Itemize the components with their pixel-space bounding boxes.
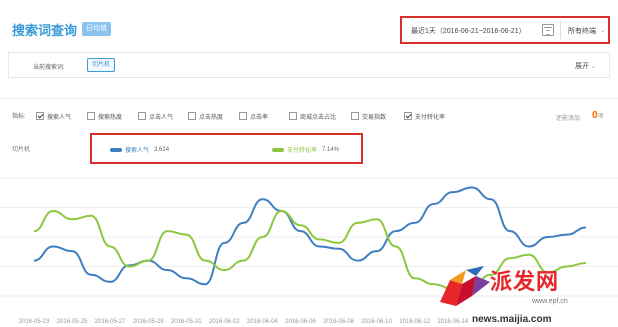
metric-label: 搜索人气 <box>47 114 72 121</box>
x-tick-label: 2016-05-27 <box>95 319 126 325</box>
x-tick-label: 2016-06-06 <box>285 319 316 325</box>
keyword-label: 当前搜索词: <box>33 65 65 71</box>
metric-option[interactable]: 搜索人气 <box>36 110 71 122</box>
keyword-bar: 当前搜索词: 切片机 展开 ⌄ <box>8 52 610 78</box>
metric-option[interactable]: 点击热度 <box>188 110 223 122</box>
page-header: 搜索词查询 日均值 最近1天（2016-06-21~2016-06-21） 所有… <box>0 0 618 48</box>
expand-label[interactable]: 展开 <box>575 63 589 70</box>
legend-name: 搜索人气 <box>125 148 150 154</box>
metrics-title: 指标: <box>12 114 26 120</box>
legend-swatch <box>110 147 122 152</box>
chevron-down-icon[interactable]: ⌄ <box>600 27 605 34</box>
metric-label: 交易指数 <box>362 114 387 121</box>
x-tick-label: 2016-06-04 <box>247 319 278 325</box>
metric-option[interactable]: 点击率 <box>239 110 268 122</box>
x-tick-label: 2016-05-25 <box>57 319 88 325</box>
metric-checkbox[interactable] <box>404 112 412 120</box>
x-tick-label: 2016-05-31 <box>171 319 202 325</box>
x-tick-label: 2016-06-12 <box>399 319 430 325</box>
legend-name: 支付转化率 <box>287 148 318 154</box>
metric-option[interactable]: 商城点击占比 <box>289 110 336 122</box>
metric-checkbox[interactable] <box>351 112 359 120</box>
metric-checkbox[interactable] <box>188 112 196 120</box>
watermark-logo-icon <box>440 266 490 306</box>
metric-label: 点击人气 <box>149 114 174 121</box>
metric-label: 商城点击占比 <box>300 114 337 121</box>
x-tick-label: 2016-06-02 <box>209 319 240 325</box>
chart-legend: 搜索人气 3,614 支付转化率 7.14% <box>90 133 363 164</box>
x-tick-label: 2016-05-29 <box>133 319 164 325</box>
watermark: 派发网 www.epf.cn news.maijia.com <box>436 256 618 327</box>
metric-label: 点击热度 <box>199 114 224 121</box>
keyword-chip[interactable]: 切片机 <box>87 58 116 72</box>
watermark-text: 派发网 <box>490 269 560 295</box>
legend-value: 7.14% <box>322 146 340 153</box>
daily-average-badge[interactable]: 日均值 <box>82 22 111 36</box>
metric-checkbox[interactable] <box>138 112 146 120</box>
add-limit-count: 0项 <box>592 110 604 121</box>
date-range-selector[interactable]: 最近1天（2016-06-21~2016-06-21） 所有终端 ⌄ <box>400 16 610 44</box>
metric-label: 搜索热度 <box>98 114 123 121</box>
metric-option[interactable]: 交易指数 <box>351 110 386 122</box>
x-tick-label: 2016-05-23 <box>19 319 50 325</box>
legend-item-payment-conversion[interactable]: 支付转化率 7.14% <box>272 145 339 154</box>
legend-value: 3,614 <box>154 146 170 153</box>
section-divider <box>0 98 618 99</box>
watermark-url: www.epf.cn <box>532 298 568 305</box>
terminal-select[interactable]: 所有终端 <box>568 26 596 36</box>
x-tick-label: 2016-06-08 <box>323 319 354 325</box>
divider <box>560 21 561 39</box>
add-limit-label: 还能添加 <box>556 116 581 122</box>
x-tick-label: 2016-06-10 <box>361 319 392 325</box>
series-keyword-label: 切片机 <box>12 147 31 153</box>
metric-label: 点击率 <box>250 114 269 121</box>
metrics-selector: 指标: 搜索人气 搜索热度 点击人气 点击热度 点击率 商城点击占比 交易指数 支付转化率 还… <box>0 108 618 124</box>
legend-item-search-popularity[interactable]: 搜索人气 3,614 <box>110 145 169 154</box>
metric-label: 支付转化率 <box>415 114 446 121</box>
metric-checkbox[interactable] <box>36 112 44 120</box>
watermark-url-secondary: news.maijia.com <box>472 314 552 325</box>
metric-checkbox[interactable] <box>289 112 297 120</box>
legend-swatch <box>272 147 284 152</box>
metric-checkbox[interactable] <box>87 112 95 120</box>
chevron-down-icon[interactable]: ⌄ <box>591 64 596 70</box>
metric-option[interactable]: 搜索热度 <box>87 110 122 122</box>
date-range-text[interactable]: 最近1天（2016-06-21~2016-06-21） <box>411 26 526 36</box>
metric-option[interactable]: 支付转化率 <box>404 110 445 122</box>
metric-option[interactable]: 点击人气 <box>138 110 173 122</box>
metric-checkbox[interactable] <box>239 112 247 120</box>
add-limit-suffix: 项 <box>597 114 604 120</box>
page-title: 搜索词查询 <box>12 23 78 38</box>
expand-button[interactable]: 展开 ⌄ <box>575 61 596 71</box>
calendar-icon[interactable] <box>542 24 554 36</box>
